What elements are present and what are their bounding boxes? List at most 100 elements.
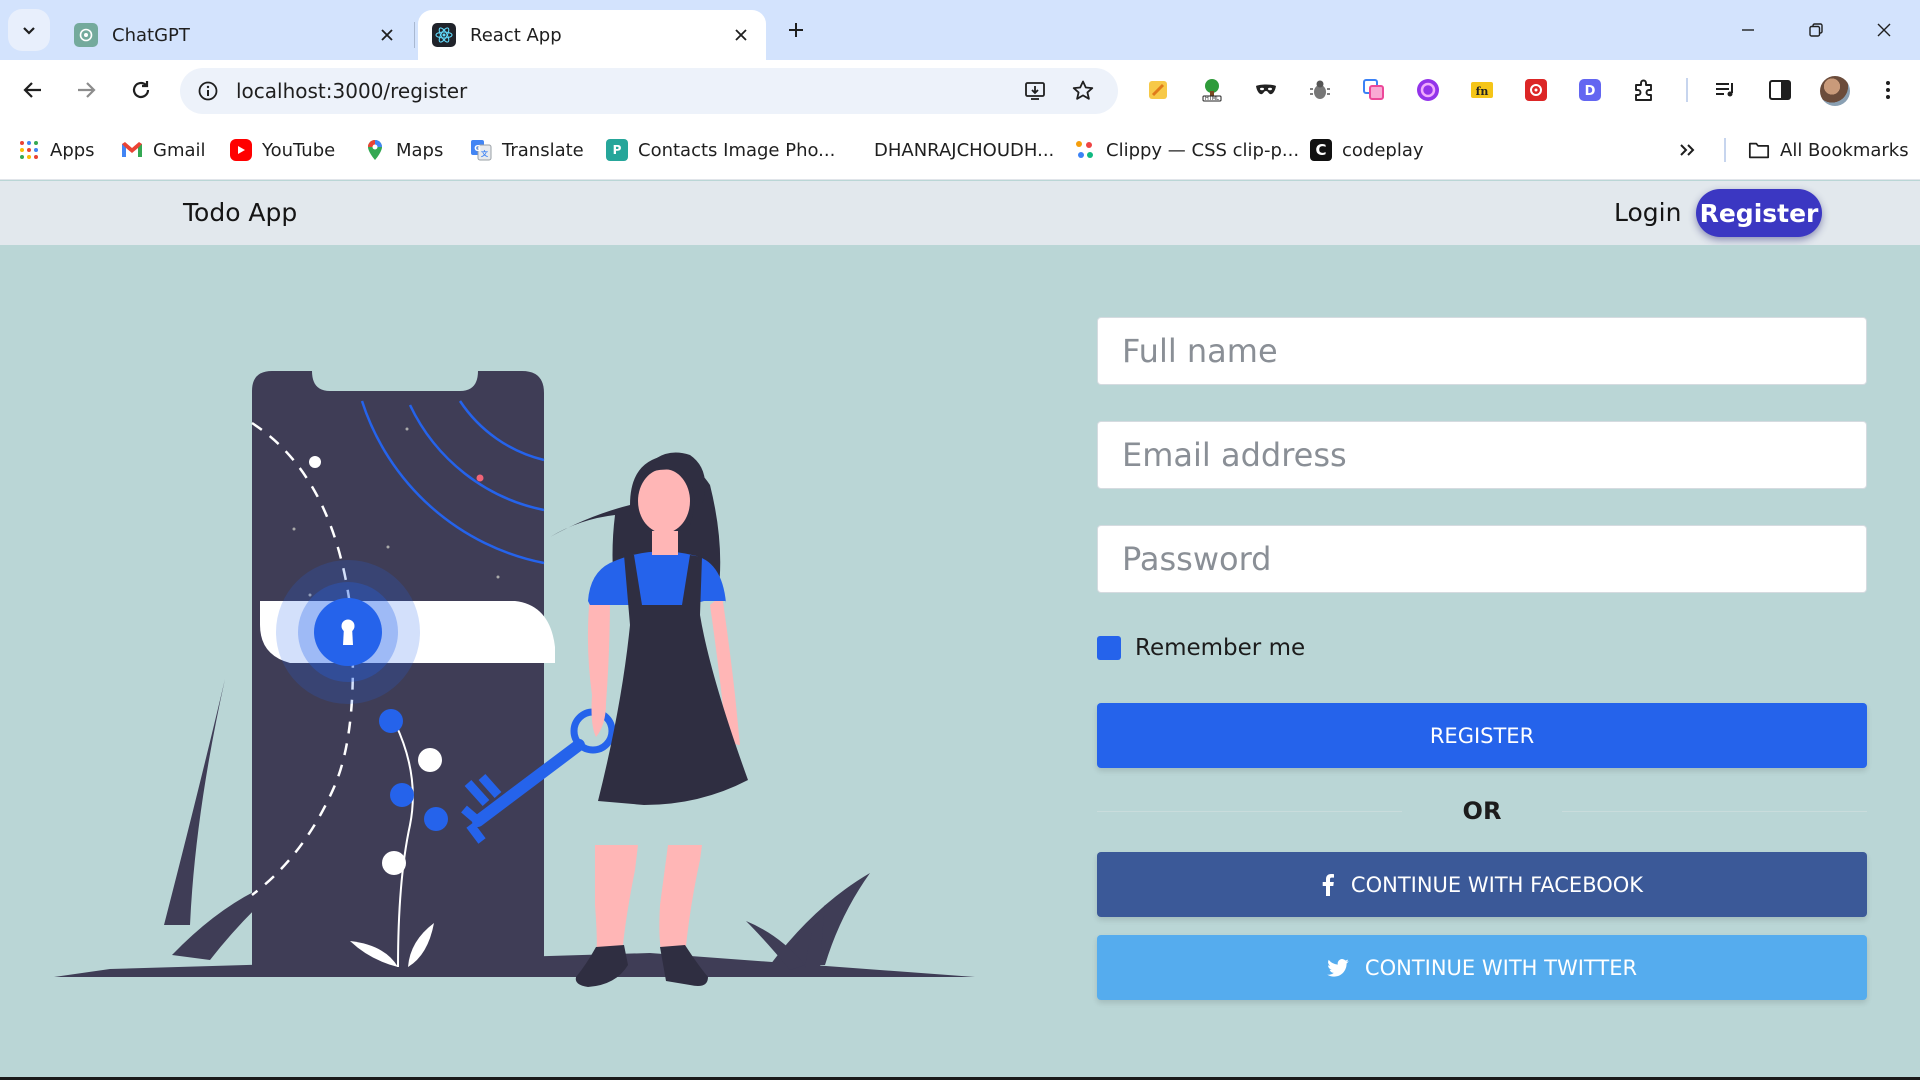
bookmark-maps[interactable]: Maps — [364, 136, 443, 164]
bookmarks-separator — [1724, 138, 1726, 162]
translate-icon: G文 — [470, 139, 492, 161]
close-window-button[interactable] — [1856, 10, 1912, 50]
star-bookmark-icon[interactable] — [1069, 77, 1097, 105]
arrow-left-icon — [23, 82, 41, 98]
puzzle-extensions-icon[interactable] — [1630, 76, 1658, 104]
svg-text:D: D — [1585, 84, 1596, 99]
facebook-button-label: CONTINUE WITH FACEBOOK — [1350, 872, 1644, 897]
restore-button[interactable] — [1788, 10, 1844, 50]
media-controls-icon[interactable] — [1712, 76, 1740, 104]
twitter-button-label: CONTINUE WITH TWITTER — [1364, 955, 1638, 980]
minimize-button[interactable] — [1720, 10, 1776, 50]
codeplay-icon: C — [1310, 139, 1332, 161]
address-bar[interactable]: localhost:3000/register — [180, 68, 1118, 114]
face — [638, 469, 690, 533]
bookmark-label: Translate — [502, 139, 584, 161]
reload-icon — [132, 81, 150, 99]
tab-separator — [414, 22, 415, 48]
register-button-label: REGISTER — [1429, 723, 1535, 748]
tab-chatgpt[interactable]: ChatGPT — [60, 10, 412, 60]
close-icon — [1877, 23, 1891, 37]
app-navbar: Todo App Login Register — [0, 181, 1920, 245]
or-divider-text: OR — [1462, 797, 1502, 825]
gmail-icon — [121, 139, 143, 161]
purple-extension-icon[interactable] — [1414, 76, 1442, 104]
login-link[interactable]: Login — [1614, 198, 1681, 227]
bookmark-label: DHANRAJCHOUDH... — [874, 139, 1055, 161]
html-tree-extension-icon[interactable]: HTML — [1198, 76, 1226, 104]
double-chevron-right-icon — [1680, 144, 1695, 156]
all-bookmarks-folder[interactable]: All Bookmarks — [1748, 136, 1909, 164]
bookmark-label: Gmail — [153, 139, 206, 161]
password-input[interactable] — [1097, 525, 1867, 593]
security-illustration — [54, 371, 975, 987]
svg-text:G: G — [474, 144, 481, 153]
divider-line-right — [1562, 811, 1867, 812]
toolbar-separator — [1686, 78, 1688, 102]
bookmark-label: Clippy — CSS clip-p... — [1106, 139, 1300, 161]
bookmark-label: codeplay — [1342, 139, 1424, 161]
bookmarks-bar: Apps Gmail YouTube Maps G文 Translate P C… — [0, 120, 1920, 180]
svg-text:文: 文 — [481, 149, 489, 158]
kebab-menu-icon[interactable] — [1874, 76, 1902, 104]
fullname-input[interactable] — [1097, 317, 1867, 385]
bookmark-translate[interactable]: G文 Translate — [470, 136, 584, 164]
contacts-icon: P — [606, 139, 628, 161]
app-brand[interactable]: Todo App — [183, 198, 297, 227]
remember-me-checkbox[interactable] — [1097, 636, 1121, 660]
bookmark-label: Contacts Image Pho... — [638, 139, 836, 161]
grass-blade — [164, 679, 225, 925]
chatgpt-icon — [74, 23, 98, 47]
facebook-icon — [1321, 873, 1335, 896]
register-nav-button[interactable]: Register — [1696, 189, 1822, 237]
close-tab-icon[interactable] — [376, 24, 398, 46]
tab-title: React App — [470, 24, 562, 46]
arrow-right-icon — [78, 82, 96, 98]
minimize-icon — [1742, 29, 1754, 31]
register-submit-button[interactable]: REGISTER — [1097, 703, 1867, 768]
svg-text:HTML: HTML — [1205, 96, 1219, 102]
email-input[interactable] — [1097, 421, 1867, 489]
folder-icon — [1748, 139, 1770, 161]
bookmark-contacts[interactable]: P Contacts Image Pho... — [606, 136, 835, 164]
url-text[interactable]: localhost:3000/register — [236, 79, 467, 103]
back-button[interactable] — [13, 70, 53, 110]
bug-extension-icon[interactable] — [1306, 76, 1334, 104]
reload-button[interactable] — [121, 70, 161, 110]
d-extension-icon[interactable]: D — [1576, 76, 1604, 104]
bookmark-clippy[interactable]: Clippy — CSS clip-p... — [1074, 136, 1299, 164]
red-extension-icon[interactable] — [1522, 76, 1550, 104]
react-icon — [432, 23, 456, 47]
font-extension-icon[interactable]: fn — [1468, 76, 1496, 104]
leg — [595, 845, 638, 955]
all-bookmarks-label: All Bookmarks — [1780, 139, 1909, 161]
bookmark-apps[interactable]: Apps — [18, 136, 95, 164]
clippy-icon — [1074, 139, 1096, 161]
new-tab-button[interactable] — [780, 14, 812, 46]
tab-react-app[interactable]: React App — [418, 10, 766, 60]
forward-button[interactable] — [66, 70, 106, 110]
bookmark-label: Maps — [396, 139, 444, 161]
bookmark-codeplay[interactable]: C codeplay — [1310, 136, 1424, 164]
apps-grid-icon — [18, 139, 40, 161]
highlighter-extension-icon[interactable] — [1144, 76, 1172, 104]
mask-extension-icon[interactable] — [1252, 76, 1280, 104]
site-info-icon[interactable] — [192, 75, 224, 107]
continue-facebook-button[interactable]: CONTINUE WITH FACEBOOK — [1097, 852, 1867, 917]
svg-text:fn: fn — [1476, 85, 1489, 98]
more-bookmarks-button[interactable] — [1678, 136, 1696, 164]
restore-icon — [1809, 23, 1823, 37]
side-panel-icon[interactable] — [1766, 76, 1794, 104]
bookmark-youtube[interactable]: YouTube — [230, 136, 335, 164]
divider-line-left — [1097, 811, 1402, 812]
copy-tabs-extension-icon[interactable] — [1360, 76, 1388, 104]
bookmark-label: YouTube — [262, 139, 336, 161]
youtube-icon — [230, 139, 252, 161]
bookmark-gmail[interactable]: Gmail — [121, 136, 206, 164]
install-app-icon[interactable] — [1022, 77, 1050, 105]
close-tab-icon[interactable] — [730, 24, 752, 46]
bookmark-dhanraj[interactable]: DHANRAJCHOUDH... — [874, 136, 1054, 164]
tab-search-button[interactable] — [8, 9, 50, 51]
profile-avatar[interactable] — [1820, 76, 1850, 106]
continue-twitter-button[interactable]: CONTINUE WITH TWITTER — [1097, 935, 1867, 1000]
